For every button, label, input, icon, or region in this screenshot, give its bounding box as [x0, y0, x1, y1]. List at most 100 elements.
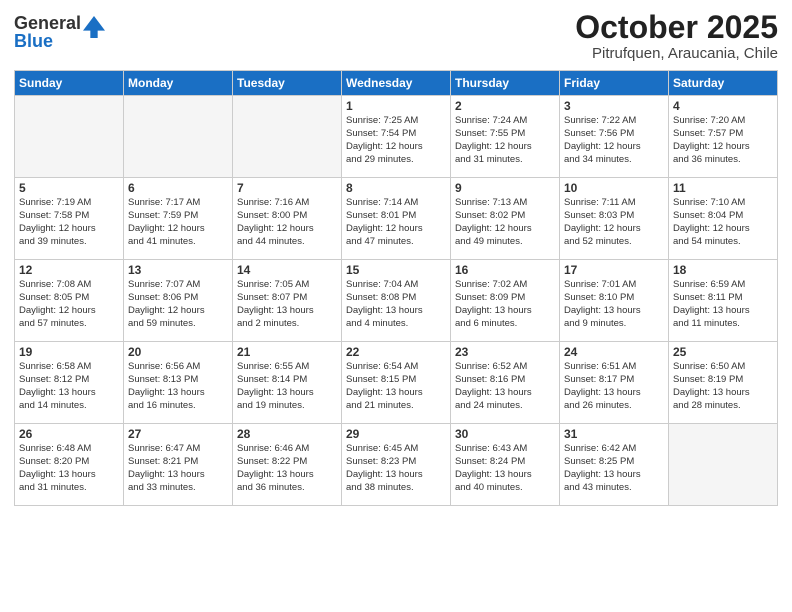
day-number: 9 — [455, 181, 555, 195]
day-info: Sunrise: 6:48 AM Sunset: 8:20 PM Dayligh… — [19, 443, 119, 494]
day-number: 15 — [346, 263, 446, 277]
day-number: 29 — [346, 427, 446, 441]
day-cell: 25 Sunrise: 6:50 AM Sunset: 8:19 PM Dayli… — [669, 342, 778, 424]
day-number: 2 — [455, 99, 555, 113]
day-info: Sunrise: 7:02 AM Sunset: 8:09 PM Dayligh… — [455, 279, 555, 330]
day-cell: 24 Sunrise: 6:51 AM Sunset: 8:17 PM Dayli… — [560, 342, 669, 424]
col-friday: Friday — [560, 71, 669, 96]
week-row-2: 12 Sunrise: 7:08 AM Sunset: 8:05 PM Dayli… — [15, 260, 778, 342]
day-info: Sunrise: 6:46 AM Sunset: 8:22 PM Dayligh… — [237, 443, 337, 494]
header-row: Sunday Monday Tuesday Wednesday Thursday… — [15, 71, 778, 96]
day-cell: 19 Sunrise: 6:58 AM Sunset: 8:12 PM Dayli… — [15, 342, 124, 424]
day-number: 26 — [19, 427, 119, 441]
day-info: Sunrise: 6:52 AM Sunset: 8:16 PM Dayligh… — [455, 361, 555, 412]
day-cell: 27 Sunrise: 6:47 AM Sunset: 8:21 PM Dayli… — [124, 424, 233, 506]
day-cell: 17Sunrise: 7:01 AM Sunset: 8:10 PM Dayli… — [560, 260, 669, 342]
subtitle: Pitrufquen, Araucania, Chile — [575, 45, 778, 62]
day-cell — [124, 96, 233, 178]
title-block: October 2025 Pitrufquen, Araucania, Chil… — [575, 10, 778, 62]
day-cell: 18Sunrise: 6:59 AM Sunset: 8:11 PM Dayli… — [669, 260, 778, 342]
day-number: 13 — [128, 263, 228, 277]
day-cell: 4Sunrise: 7:20 AM Sunset: 7:57 PM Daylig… — [669, 96, 778, 178]
day-info: Sunrise: 7:08 AM Sunset: 8:05 PM Dayligh… — [19, 279, 119, 330]
day-cell: 13 Sunrise: 7:07 AM Sunset: 8:06 PM Dayli… — [124, 260, 233, 342]
day-info: Sunrise: 7:07 AM Sunset: 8:06 PM Dayligh… — [128, 279, 228, 330]
day-cell — [233, 96, 342, 178]
day-number: 10 — [564, 181, 664, 195]
day-info: Sunrise: 7:10 AM Sunset: 8:04 PM Dayligh… — [673, 197, 773, 248]
logo-blue: Blue — [14, 32, 81, 50]
day-number: 19 — [19, 345, 119, 359]
day-info: Sunrise: 6:45 AM Sunset: 8:23 PM Dayligh… — [346, 443, 446, 494]
day-cell: 10 Sunrise: 7:11 AM Sunset: 8:03 PM Dayli… — [560, 178, 669, 260]
day-info: Sunrise: 7:13 AM Sunset: 8:02 PM Dayligh… — [455, 197, 555, 248]
day-number: 7 — [237, 181, 337, 195]
day-info: Sunrise: 7:24 AM Sunset: 7:55 PM Dayligh… — [455, 115, 555, 166]
day-number: 23 — [455, 345, 555, 359]
day-info: Sunrise: 6:54 AM Sunset: 8:15 PM Dayligh… — [346, 361, 446, 412]
day-info: Sunrise: 6:56 AM Sunset: 8:13 PM Dayligh… — [128, 361, 228, 412]
day-info: Sunrise: 6:55 AM Sunset: 8:14 PM Dayligh… — [237, 361, 337, 412]
day-cell: 22 Sunrise: 6:54 AM Sunset: 8:15 PM Dayli… — [342, 342, 451, 424]
day-info: Sunrise: 7:17 AM Sunset: 7:59 PM Dayligh… — [128, 197, 228, 248]
header: General Blue October 2025 Pitrufquen, Ar… — [14, 10, 778, 62]
week-row-4: 26 Sunrise: 6:48 AM Sunset: 8:20 PM Dayli… — [15, 424, 778, 506]
day-info: Sunrise: 6:59 AM Sunset: 8:11 PM Dayligh… — [673, 279, 773, 330]
col-wednesday: Wednesday — [342, 71, 451, 96]
day-cell: 16Sunrise: 7:02 AM Sunset: 8:09 PM Dayli… — [451, 260, 560, 342]
day-number: 17 — [564, 263, 664, 277]
day-cell: 21 Sunrise: 6:55 AM Sunset: 8:14 PM Dayli… — [233, 342, 342, 424]
logo: General Blue — [14, 14, 105, 50]
day-cell: 2 Sunrise: 7:24 AM Sunset: 7:55 PM Daylig… — [451, 96, 560, 178]
day-cell: 5 Sunrise: 7:19 AM Sunset: 7:58 PM Daylig… — [15, 178, 124, 260]
day-number: 25 — [673, 345, 773, 359]
logo-general: General — [14, 14, 81, 32]
day-number: 8 — [346, 181, 446, 195]
day-number: 5 — [19, 181, 119, 195]
logo-icon — [83, 16, 105, 38]
day-cell: 26 Sunrise: 6:48 AM Sunset: 8:20 PM Dayli… — [15, 424, 124, 506]
day-number: 22 — [346, 345, 446, 359]
calendar-header: Sunday Monday Tuesday Wednesday Thursday… — [15, 71, 778, 96]
day-cell: 3Sunrise: 7:22 AM Sunset: 7:56 PM Daylig… — [560, 96, 669, 178]
week-row-3: 19 Sunrise: 6:58 AM Sunset: 8:12 PM Dayli… — [15, 342, 778, 424]
logo-text: General Blue — [14, 14, 81, 50]
day-number: 28 — [237, 427, 337, 441]
day-cell — [669, 424, 778, 506]
week-row-1: 5 Sunrise: 7:19 AM Sunset: 7:58 PM Daylig… — [15, 178, 778, 260]
calendar-table: Sunday Monday Tuesday Wednesday Thursday… — [14, 70, 778, 506]
day-cell: 20 Sunrise: 6:56 AM Sunset: 8:13 PM Dayli… — [124, 342, 233, 424]
day-info: Sunrise: 7:04 AM Sunset: 8:08 PM Dayligh… — [346, 279, 446, 330]
day-cell: 15 Sunrise: 7:04 AM Sunset: 8:08 PM Dayli… — [342, 260, 451, 342]
day-cell: 30Sunrise: 6:43 AM Sunset: 8:24 PM Dayli… — [451, 424, 560, 506]
col-monday: Monday — [124, 71, 233, 96]
day-cell: 8 Sunrise: 7:14 AM Sunset: 8:01 PM Daylig… — [342, 178, 451, 260]
day-number: 6 — [128, 181, 228, 195]
day-info: Sunrise: 7:14 AM Sunset: 8:01 PM Dayligh… — [346, 197, 446, 248]
day-number: 27 — [128, 427, 228, 441]
day-number: 24 — [564, 345, 664, 359]
col-saturday: Saturday — [669, 71, 778, 96]
day-number: 21 — [237, 345, 337, 359]
day-info: Sunrise: 7:11 AM Sunset: 8:03 PM Dayligh… — [564, 197, 664, 248]
day-info: Sunrise: 6:51 AM Sunset: 8:17 PM Dayligh… — [564, 361, 664, 412]
day-info: Sunrise: 6:50 AM Sunset: 8:19 PM Dayligh… — [673, 361, 773, 412]
day-number: 12 — [19, 263, 119, 277]
day-cell: 9 Sunrise: 7:13 AM Sunset: 8:02 PM Daylig… — [451, 178, 560, 260]
day-cell: 23 Sunrise: 6:52 AM Sunset: 8:16 PM Dayli… — [451, 342, 560, 424]
month-title: October 2025 — [575, 10, 778, 45]
day-cell: 14Sunrise: 7:05 AM Sunset: 8:07 PM Dayli… — [233, 260, 342, 342]
day-number: 30 — [455, 427, 555, 441]
day-cell: 6 Sunrise: 7:17 AM Sunset: 7:59 PM Daylig… — [124, 178, 233, 260]
day-cell: 1Sunrise: 7:25 AM Sunset: 7:54 PM Daylig… — [342, 96, 451, 178]
day-cell — [15, 96, 124, 178]
day-info: Sunrise: 7:16 AM Sunset: 8:00 PM Dayligh… — [237, 197, 337, 248]
day-number: 20 — [128, 345, 228, 359]
day-cell: 28 Sunrise: 6:46 AM Sunset: 8:22 PM Dayli… — [233, 424, 342, 506]
col-sunday: Sunday — [15, 71, 124, 96]
day-cell: 7 Sunrise: 7:16 AM Sunset: 8:00 PM Daylig… — [233, 178, 342, 260]
day-info: Sunrise: 7:19 AM Sunset: 7:58 PM Dayligh… — [19, 197, 119, 248]
day-info: Sunrise: 6:58 AM Sunset: 8:12 PM Dayligh… — [19, 361, 119, 412]
day-info: Sunrise: 6:47 AM Sunset: 8:21 PM Dayligh… — [128, 443, 228, 494]
day-number: 1 — [346, 99, 446, 113]
